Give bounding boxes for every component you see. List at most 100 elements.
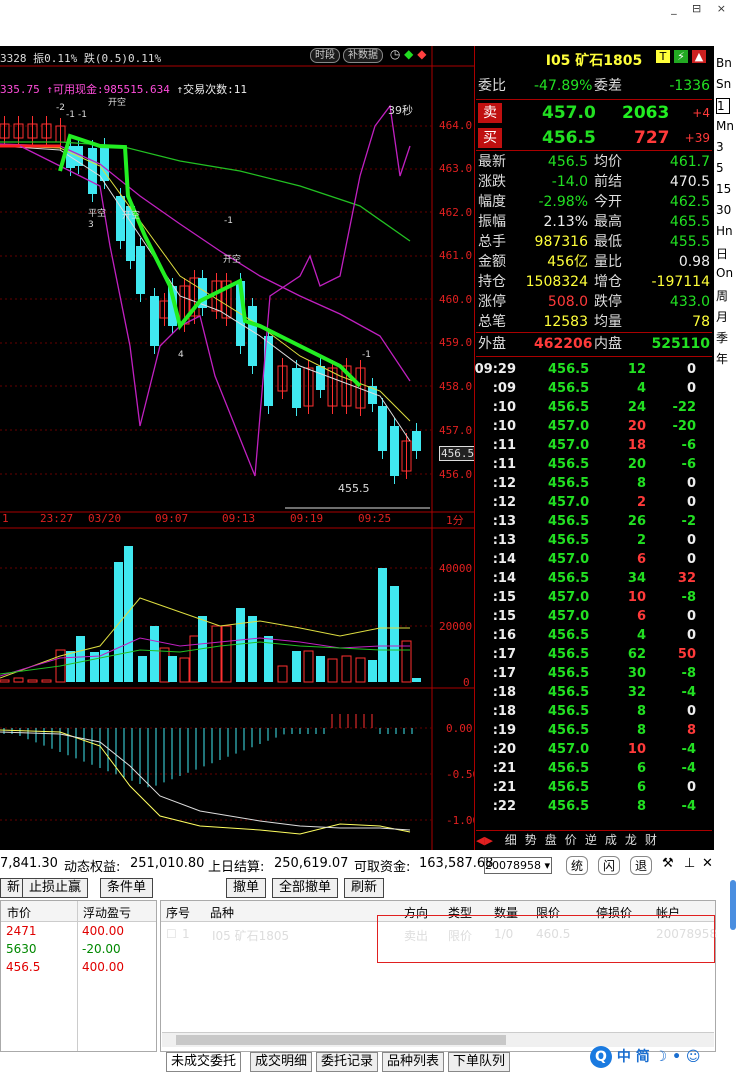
tick-row[interactable]: :13 456.5 26 -2 xyxy=(476,512,712,531)
tick-row[interactable]: :11 456.5 20 -6 xyxy=(476,455,712,474)
bid-row[interactable]: 买 456.5 727 +39 xyxy=(476,126,712,150)
red-diamond-icon[interactable]: ◆ xyxy=(417,47,426,61)
period-tab[interactable]: 3 xyxy=(716,140,738,154)
period-tab[interactable]: Bn xyxy=(716,56,738,70)
tick-row[interactable]: :12 456.5 8 0 xyxy=(476,474,712,493)
period-tab[interactable]: 15 xyxy=(716,182,738,196)
period-tab[interactable]: Hn xyxy=(716,224,738,238)
tick-row[interactable]: :21 456.5 6 0 xyxy=(476,778,712,797)
period-button[interactable]: 时段 xyxy=(310,48,340,63)
period-tab[interactable]: 季 xyxy=(716,329,738,346)
tick-row[interactable]: :14 456.5 34 32 xyxy=(476,569,712,588)
period-tab[interactable]: 年 xyxy=(716,350,738,367)
ask-row[interactable]: 卖 457.0 2063 +4 xyxy=(476,101,712,125)
pin-icon[interactable]: ⊥ xyxy=(684,856,695,871)
bottom-tab[interactable]: 品种列表 xyxy=(382,1052,445,1072)
panel-tab[interactable]: 势 xyxy=(525,833,537,847)
tick-row[interactable]: :16 456.5 4 0 xyxy=(476,626,712,645)
smile-icon[interactable]: ☺ xyxy=(686,1049,701,1065)
tick-volume: 62 xyxy=(627,647,646,662)
horizontal-scrollbar[interactable] xyxy=(162,1032,714,1047)
tick-row[interactable]: :11 457.0 18 -6 xyxy=(476,436,712,455)
period-label[interactable]: 1分 xyxy=(446,512,464,528)
tick-row[interactable]: 09:29 456.5 12 0 xyxy=(475,360,712,379)
ime-mode[interactable]: 简 xyxy=(636,1049,650,1065)
stop-loss-button[interactable]: 止损止赢 xyxy=(22,878,89,898)
refresh-button[interactable]: 刷新 xyxy=(344,878,385,898)
tick-row[interactable]: :19 456.5 8 8 xyxy=(476,721,712,740)
tick-row[interactable]: :13 456.5 2 0 xyxy=(476,531,712,550)
panel-tab[interactable]: 龙 xyxy=(625,833,637,847)
period-tab[interactable]: Sn xyxy=(716,77,738,91)
order-col-header[interactable]: 品种 xyxy=(210,904,234,921)
t-icon[interactable]: T xyxy=(656,50,670,63)
kline-chart[interactable] xyxy=(0,46,474,850)
period-tab[interactable]: 周 xyxy=(716,287,738,304)
bottom-tab[interactable]: 下单队列 xyxy=(448,1052,511,1072)
sync-button[interactable]: 统 xyxy=(566,856,589,875)
bottom-tab[interactable]: 成交明细 xyxy=(250,1052,313,1072)
period-tab[interactable]: On xyxy=(716,266,738,280)
order-col-header[interactable]: 序号 xyxy=(166,904,190,921)
panel-tab[interactable]: 细 xyxy=(505,833,517,847)
tick-row[interactable]: :20 457.0 10 -4 xyxy=(476,740,712,759)
ask-price: 457.0 xyxy=(542,103,596,123)
panel-tab[interactable]: 价 xyxy=(565,833,577,847)
tick-row[interactable]: :17 456.5 30 -8 xyxy=(476,664,712,683)
tick-row[interactable]: :22 456.5 8 -4 xyxy=(476,797,712,816)
exit-button[interactable]: 退 xyxy=(630,856,653,875)
flash-button[interactable]: 闪 xyxy=(598,856,621,875)
panel-tab[interactable]: 盘 xyxy=(545,833,557,847)
window-controls[interactable]: _ ⊟ × xyxy=(671,2,732,15)
panel-tab[interactable]: 成 xyxy=(605,833,617,847)
ime-toolbar[interactable]: Q 中 简 ☽ • ☺ xyxy=(590,1046,738,1073)
tick-time: :12 xyxy=(492,495,516,510)
panel-tab[interactable]: 财 xyxy=(645,833,657,847)
tick-row[interactable]: :10 456.5 24 -22 xyxy=(476,398,712,417)
tick-row[interactable]: :17 456.5 62 50 xyxy=(476,645,712,664)
prev-icon[interactable]: ◀▶ xyxy=(476,834,493,847)
punct-icon[interactable]: • xyxy=(672,1049,681,1065)
order-checkbox[interactable]: ☐ xyxy=(166,927,177,941)
bottom-tab[interactable]: 委托记录 xyxy=(316,1052,379,1072)
conditional-order-button[interactable]: 条件单 xyxy=(100,878,154,898)
sell-label: 卖 xyxy=(478,103,502,123)
tick-price: 457.0 xyxy=(548,438,590,453)
tick-row[interactable]: :21 456.5 6 -4 xyxy=(476,759,712,778)
account-select[interactable]: 20078958 ▾ xyxy=(484,857,552,874)
tick-row[interactable]: :12 457.0 2 0 xyxy=(476,493,712,512)
period-tab[interactable]: 5 xyxy=(716,161,738,175)
stat-label: 涨跌 xyxy=(478,174,506,190)
tick-row[interactable]: :18 456.5 32 -4 xyxy=(476,683,712,702)
green-diamond-icon[interactable]: ◆ xyxy=(404,47,413,61)
trade-mark: 开空 xyxy=(223,255,242,265)
ime-logo-icon[interactable]: Q xyxy=(590,1046,612,1068)
fill-data-button[interactable]: 补数据 xyxy=(343,48,383,63)
cancel-all-button[interactable]: 全部撤单 xyxy=(272,878,339,898)
cancel-order-button[interactable]: 撤单 xyxy=(226,878,267,898)
flag-icon[interactable]: ▲ xyxy=(692,50,706,63)
tick-row[interactable]: :15 457.0 10 -8 xyxy=(476,588,712,607)
period-tab[interactable]: 30 xyxy=(716,203,738,217)
tick-row[interactable]: :18 456.5 8 0 xyxy=(476,702,712,721)
period-tab[interactable]: 日 xyxy=(716,245,738,262)
stat-row: 涨停 508.0 跌停 433.0 xyxy=(476,292,712,312)
stat-label: 金额 xyxy=(478,254,506,270)
panel-tab[interactable]: 逆 xyxy=(585,833,597,847)
tick-row[interactable]: :09 456.5 4 0 xyxy=(476,379,712,398)
clock-icon[interactable]: ◷ xyxy=(390,47,400,61)
moon-icon[interactable]: ☽ xyxy=(655,1049,668,1065)
tool-icon[interactable]: ⚒ xyxy=(662,856,674,871)
lightning-icon[interactable]: ⚡ xyxy=(674,50,688,63)
close-icon[interactable]: ✕ xyxy=(702,856,713,871)
bottom-tab[interactable]: 未成交委托 xyxy=(166,1052,242,1072)
tick-row[interactable]: :10 457.0 20 -20 xyxy=(476,417,712,436)
period-tab[interactable]: 月 xyxy=(716,308,738,325)
tick-row[interactable]: :15 457.0 6 0 xyxy=(476,607,712,626)
period-tab[interactable]: Mn xyxy=(716,119,738,133)
tick-row[interactable]: :14 457.0 6 0 xyxy=(476,550,712,569)
vertical-scrollbar[interactable] xyxy=(730,880,736,930)
period-tab[interactable]: 1 xyxy=(716,98,730,114)
ime-lang[interactable]: 中 xyxy=(617,1049,631,1065)
vol-label: 20000 xyxy=(439,620,473,633)
